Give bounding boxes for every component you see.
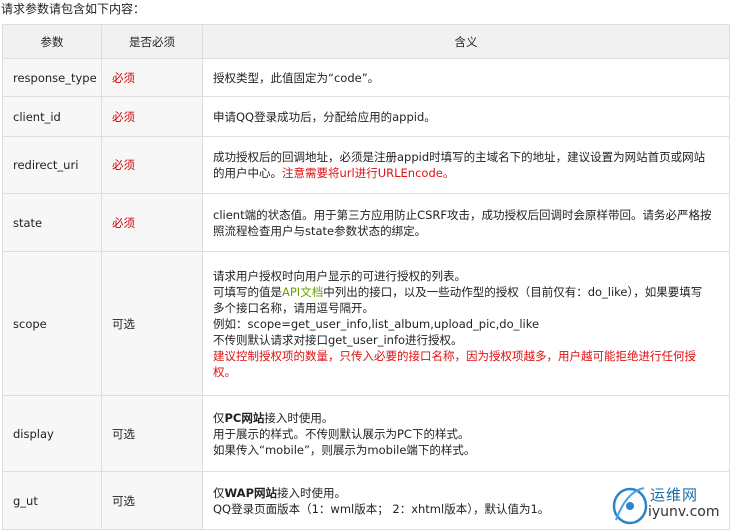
required-flag: 必须 (101, 193, 203, 252)
desc-line: 不传则默认请求对接口get_user_info进行授权。 (213, 332, 463, 347)
param-name: client_id (2, 96, 102, 137)
table-row: scope 可选 请求用户授权时向用户显示的可进行授权的列表。 可填写的值是AP… (2, 251, 730, 396)
param-name: display (2, 395, 102, 472)
desc-line-warning: 权。 (213, 364, 236, 379)
desc-line: 多个接口名称，请用逗号隔开。 (213, 300, 374, 315)
desc-line: 的用户中心。注意需要将url进行URLEncode。 (213, 166, 455, 180)
table-header-row: 参数 是否必须 含义 (2, 24, 730, 59)
watermark-cn-text: 运维网 (650, 486, 699, 504)
desc-line: 成功授权后的回调地址，必须是注册appid时填写的主域名下的地址，建议设置为网站… (213, 150, 706, 164)
param-description: 申请QQ登录成功后，分配给应用的appid。 (202, 96, 730, 137)
params-table: 参数 是否必须 含义 response_type 必须 授权类型，此值固定为“c… (2, 24, 730, 530)
urlencode-note: 注意需要将url进行URLEncode。 (282, 166, 455, 180)
param-name: state (2, 193, 102, 252)
desc-line: 照流程检查用户与state参数状态的绑定。 (213, 223, 427, 238)
desc-line: 如果传入“mobile”，则展示为mobile端下的样式。 (213, 442, 476, 457)
param-name: response_type (2, 58, 102, 97)
param-name: g_ut (2, 471, 102, 530)
param-description: 请求用户授权时向用户显示的可进行授权的列表。 可填写的值是API文档中列出的接口… (202, 251, 730, 396)
desc-line: 申请QQ登录成功后，分配给应用的appid。 (213, 109, 436, 124)
watermark: 运维网 iyunv.com (608, 482, 728, 528)
wap-site-label: WAP网站 (224, 485, 278, 500)
watermark-en-text: iyunv.com (648, 504, 720, 520)
required-flag: 可选 (101, 395, 203, 472)
table-row: redirect_uri 必须 成功授权后的回调地址，必须是注册appid时填写… (2, 136, 730, 194)
desc-line: 授权类型，此值固定为“code”。 (213, 70, 380, 85)
param-description: 仅PC网站接入时使用。 用于展示的样式。不传则默认展示为PC下的样式。 如果传入… (202, 395, 730, 472)
header-required: 是否必须 (101, 24, 203, 59)
param-description: 授权类型，此值固定为“code”。 (202, 58, 730, 97)
required-flag: 可选 (101, 251, 203, 396)
pc-site-label: PC网站 (224, 410, 265, 425)
intro-text: 请求参数请包含如下内容： (1, 2, 146, 16)
desc-line: 例如：scope=get_user_info,list_album,upload… (213, 316, 540, 331)
param-description: client端的状态值。用于第三方应用防止CSRF攻击，成功授权后回调时会原样带… (202, 193, 730, 252)
table-row: client_id 必须 申请QQ登录成功后，分配给应用的appid。 (2, 96, 730, 137)
param-name: scope (2, 251, 102, 396)
desc-line: 用于展示的样式。不传则默认展示为PC下的样式。 (213, 426, 470, 441)
desc-line-warning: 建议控制授权项的数量，只传入必要的接口名称，因为授权项越多，用户越可能拒绝进行任… (213, 348, 696, 363)
header-param: 参数 (2, 24, 102, 59)
api-doc-link[interactable]: API文档 (282, 285, 323, 299)
table-row: response_type 必须 授权类型，此值固定为“code”。 (2, 58, 730, 97)
desc-line: 仅PC网站接入时使用。 (213, 410, 334, 425)
required-flag: 必须 (101, 96, 203, 137)
header-meaning: 含义 (202, 24, 730, 59)
desc-line: client端的状态值。用于第三方应用防止CSRF攻击，成功授权后回调时会原样带… (213, 207, 712, 222)
desc-line: 可填写的值是API文档中列出的接口，以及一些动作型的授权（目前仅有：do_lik… (213, 284, 703, 299)
param-name: redirect_uri (2, 136, 102, 194)
required-flag: 必须 (101, 58, 203, 97)
param-description: 成功授权后的回调地址，必须是注册appid时填写的主域名下的地址，建议设置为网站… (202, 136, 730, 194)
desc-line: 请求用户授权时向用户显示的可进行授权的列表。 (213, 268, 466, 283)
required-flag: 可选 (101, 471, 203, 530)
watermark-logo-icon (612, 487, 648, 525)
table-row: state 必须 client端的状态值。用于第三方应用防止CSRF攻击，成功授… (2, 193, 730, 252)
required-flag: 必须 (101, 136, 203, 194)
table-row: display 可选 仅PC网站接入时使用。 用于展示的样式。不传则默认展示为P… (2, 395, 730, 472)
